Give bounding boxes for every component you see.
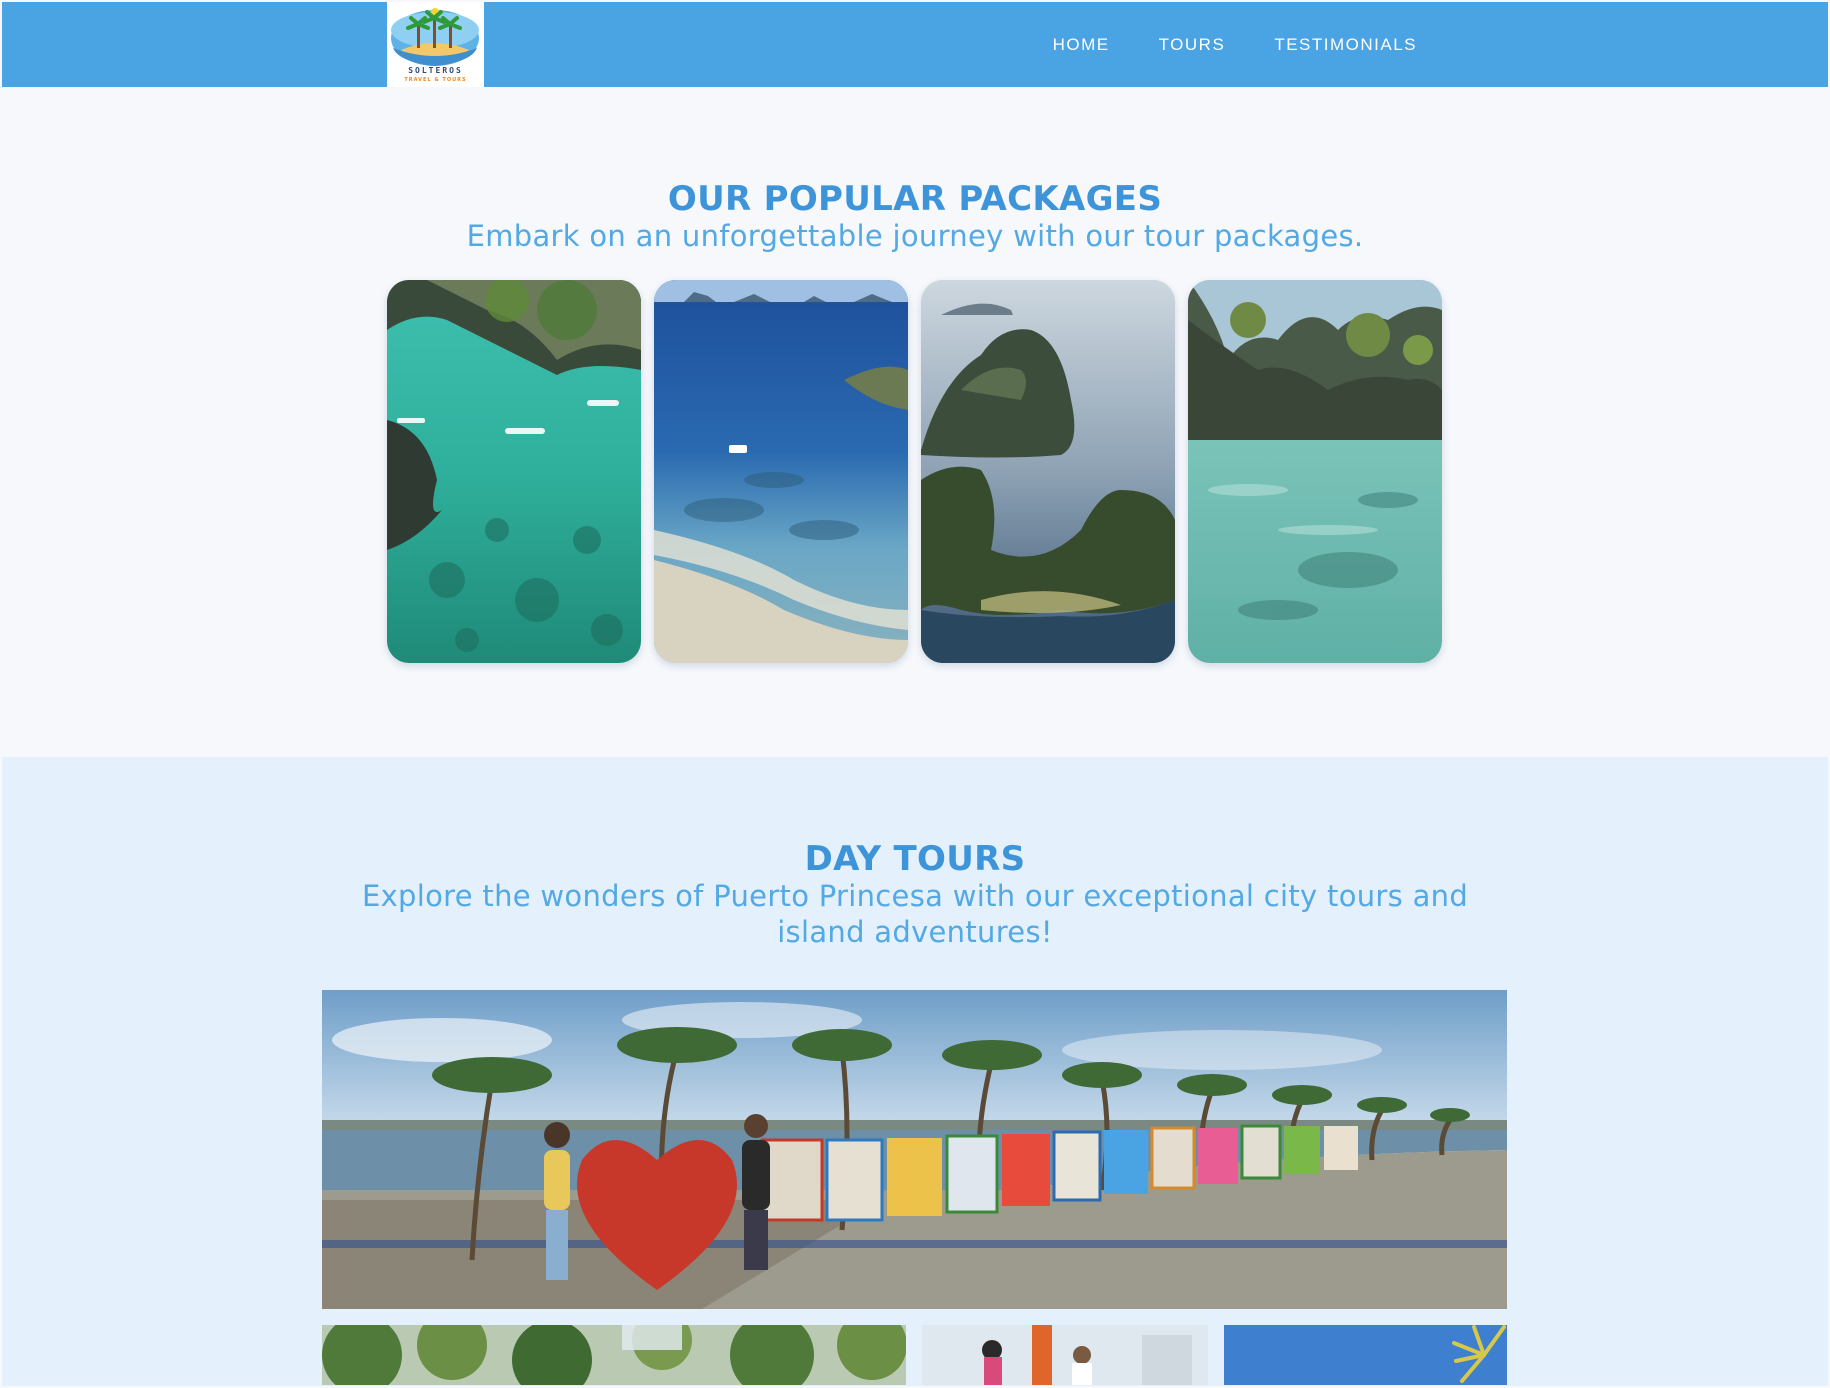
featured-tour-image[interactable]	[322, 990, 1507, 1309]
page-frame: SOLTEROS TRAVEL & TOURS HOME TOURS TESTI…	[2, 2, 1828, 1386]
islands-photo	[921, 280, 1175, 663]
baywalk-photo	[322, 990, 1507, 1309]
nav-home[interactable]: HOME	[1053, 35, 1110, 55]
zipline-photo	[922, 1325, 1208, 1385]
palm-sky-photo	[1224, 1325, 1507, 1385]
package-card[interactable]	[654, 280, 908, 663]
brand-logo[interactable]: SOLTEROS TRAVEL & TOURS	[387, 2, 484, 87]
tour-thumbnail-zipline[interactable]	[922, 1325, 1208, 1385]
package-cards	[387, 280, 1443, 663]
main-nav: HOME TOURS TESTIMONIALS	[1053, 2, 1417, 87]
day-tours-subtitle: Explore the wonders of Puerto Princesa w…	[361, 879, 1469, 949]
day-tours-title: DAY TOURS	[804, 839, 1026, 879]
package-card[interactable]	[1188, 280, 1442, 663]
cliff-lagoon-photo	[1188, 280, 1442, 663]
forest-photo	[322, 1325, 906, 1385]
tour-thumbnail-forest[interactable]	[322, 1325, 906, 1385]
tour-thumbnail-palm[interactable]	[1224, 1325, 1507, 1385]
day-tours-section: DAY TOURS Explore the wonders of Puerto …	[2, 757, 1828, 1386]
package-card[interactable]	[921, 280, 1175, 663]
nav-testimonials[interactable]: TESTIMONIALS	[1274, 35, 1417, 55]
lagoon-photo	[387, 280, 641, 663]
logo-name: SOLTEROS	[408, 66, 463, 75]
package-card[interactable]	[387, 280, 641, 663]
logo-tagline: TRAVEL & TOURS	[404, 77, 467, 83]
packages-section: OUR POPULAR PACKAGES Embark on an unforg…	[2, 87, 1828, 757]
sandbar-photo	[654, 280, 908, 663]
navbar: SOLTEROS TRAVEL & TOURS HOME TOURS TESTI…	[2, 2, 1828, 87]
packages-title: OUR POPULAR PACKAGES	[667, 179, 1163, 219]
packages-subtitle: Embark on an unforgettable journey with …	[466, 219, 1364, 253]
nav-tours[interactable]: TOURS	[1159, 35, 1226, 55]
